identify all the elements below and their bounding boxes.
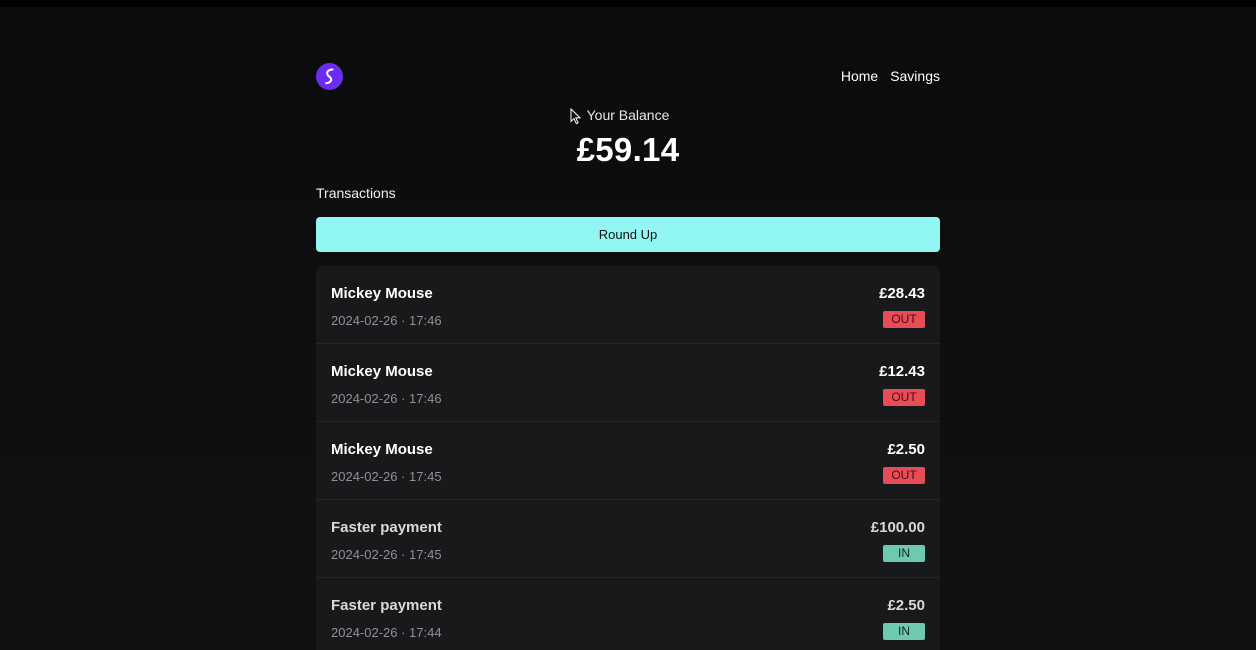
balance-label: Your Balance bbox=[586, 107, 670, 123]
transaction-list: Mickey Mouse 2024-02-26 · 17:46 £28.43 O… bbox=[316, 266, 940, 650]
transactions-heading: Transactions bbox=[316, 185, 396, 201]
transaction-amount: £100.00 bbox=[870, 519, 925, 536]
transaction-amount: £28.43 bbox=[879, 285, 925, 302]
transaction-date: 2024-02-26 · 17:45 bbox=[331, 547, 442, 562]
transaction-date: 2024-02-26 · 17:46 bbox=[331, 313, 442, 328]
balance-value: £59.14 bbox=[576, 131, 680, 168]
transaction-name: Faster payment bbox=[331, 597, 442, 614]
transaction-name: Mickey Mouse bbox=[331, 285, 433, 302]
s-logo-icon[interactable] bbox=[316, 63, 343, 90]
transaction-amount: £2.50 bbox=[887, 597, 925, 614]
round-up-button[interactable]: Round Up bbox=[316, 217, 940, 252]
transaction-name: Mickey Mouse bbox=[331, 363, 433, 380]
transaction-date: 2024-02-26 · 17:46 bbox=[331, 391, 442, 406]
main-nav: Home Savings bbox=[841, 68, 940, 84]
transaction-name: Faster payment bbox=[331, 519, 442, 536]
page: Home Savings Your Balance £59.14 Transac… bbox=[0, 7, 1256, 650]
direction-badge: IN bbox=[883, 623, 925, 640]
transaction-row[interactable]: Mickey Mouse 2024-02-26 · 17:46 £28.43 O… bbox=[316, 266, 940, 344]
transaction-row[interactable]: Mickey Mouse 2024-02-26 · 17:46 £12.43 O… bbox=[316, 344, 940, 422]
transaction-row[interactable]: Faster payment 2024-02-26 · 17:44 £2.50 … bbox=[316, 578, 940, 650]
direction-badge: IN bbox=[883, 545, 925, 562]
nav-savings-link[interactable]: Savings bbox=[890, 68, 940, 84]
transaction-amount: £12.43 bbox=[879, 363, 925, 380]
transaction-date: 2024-02-26 · 17:44 bbox=[331, 625, 442, 640]
transaction-row[interactable]: Faster payment 2024-02-26 · 17:45 £100.0… bbox=[316, 500, 940, 578]
transaction-amount: £2.50 bbox=[887, 441, 925, 458]
direction-badge: OUT bbox=[883, 389, 925, 406]
transaction-date: 2024-02-26 · 17:45 bbox=[331, 469, 442, 484]
window-top-strip bbox=[0, 0, 1256, 7]
nav-home-link[interactable]: Home bbox=[841, 68, 878, 84]
direction-badge: OUT bbox=[883, 311, 925, 328]
header: Home Savings bbox=[316, 63, 940, 90]
direction-badge: OUT bbox=[883, 467, 925, 484]
transaction-name: Mickey Mouse bbox=[331, 441, 433, 458]
transaction-row[interactable]: Mickey Mouse 2024-02-26 · 17:45 £2.50 OU… bbox=[316, 422, 940, 500]
